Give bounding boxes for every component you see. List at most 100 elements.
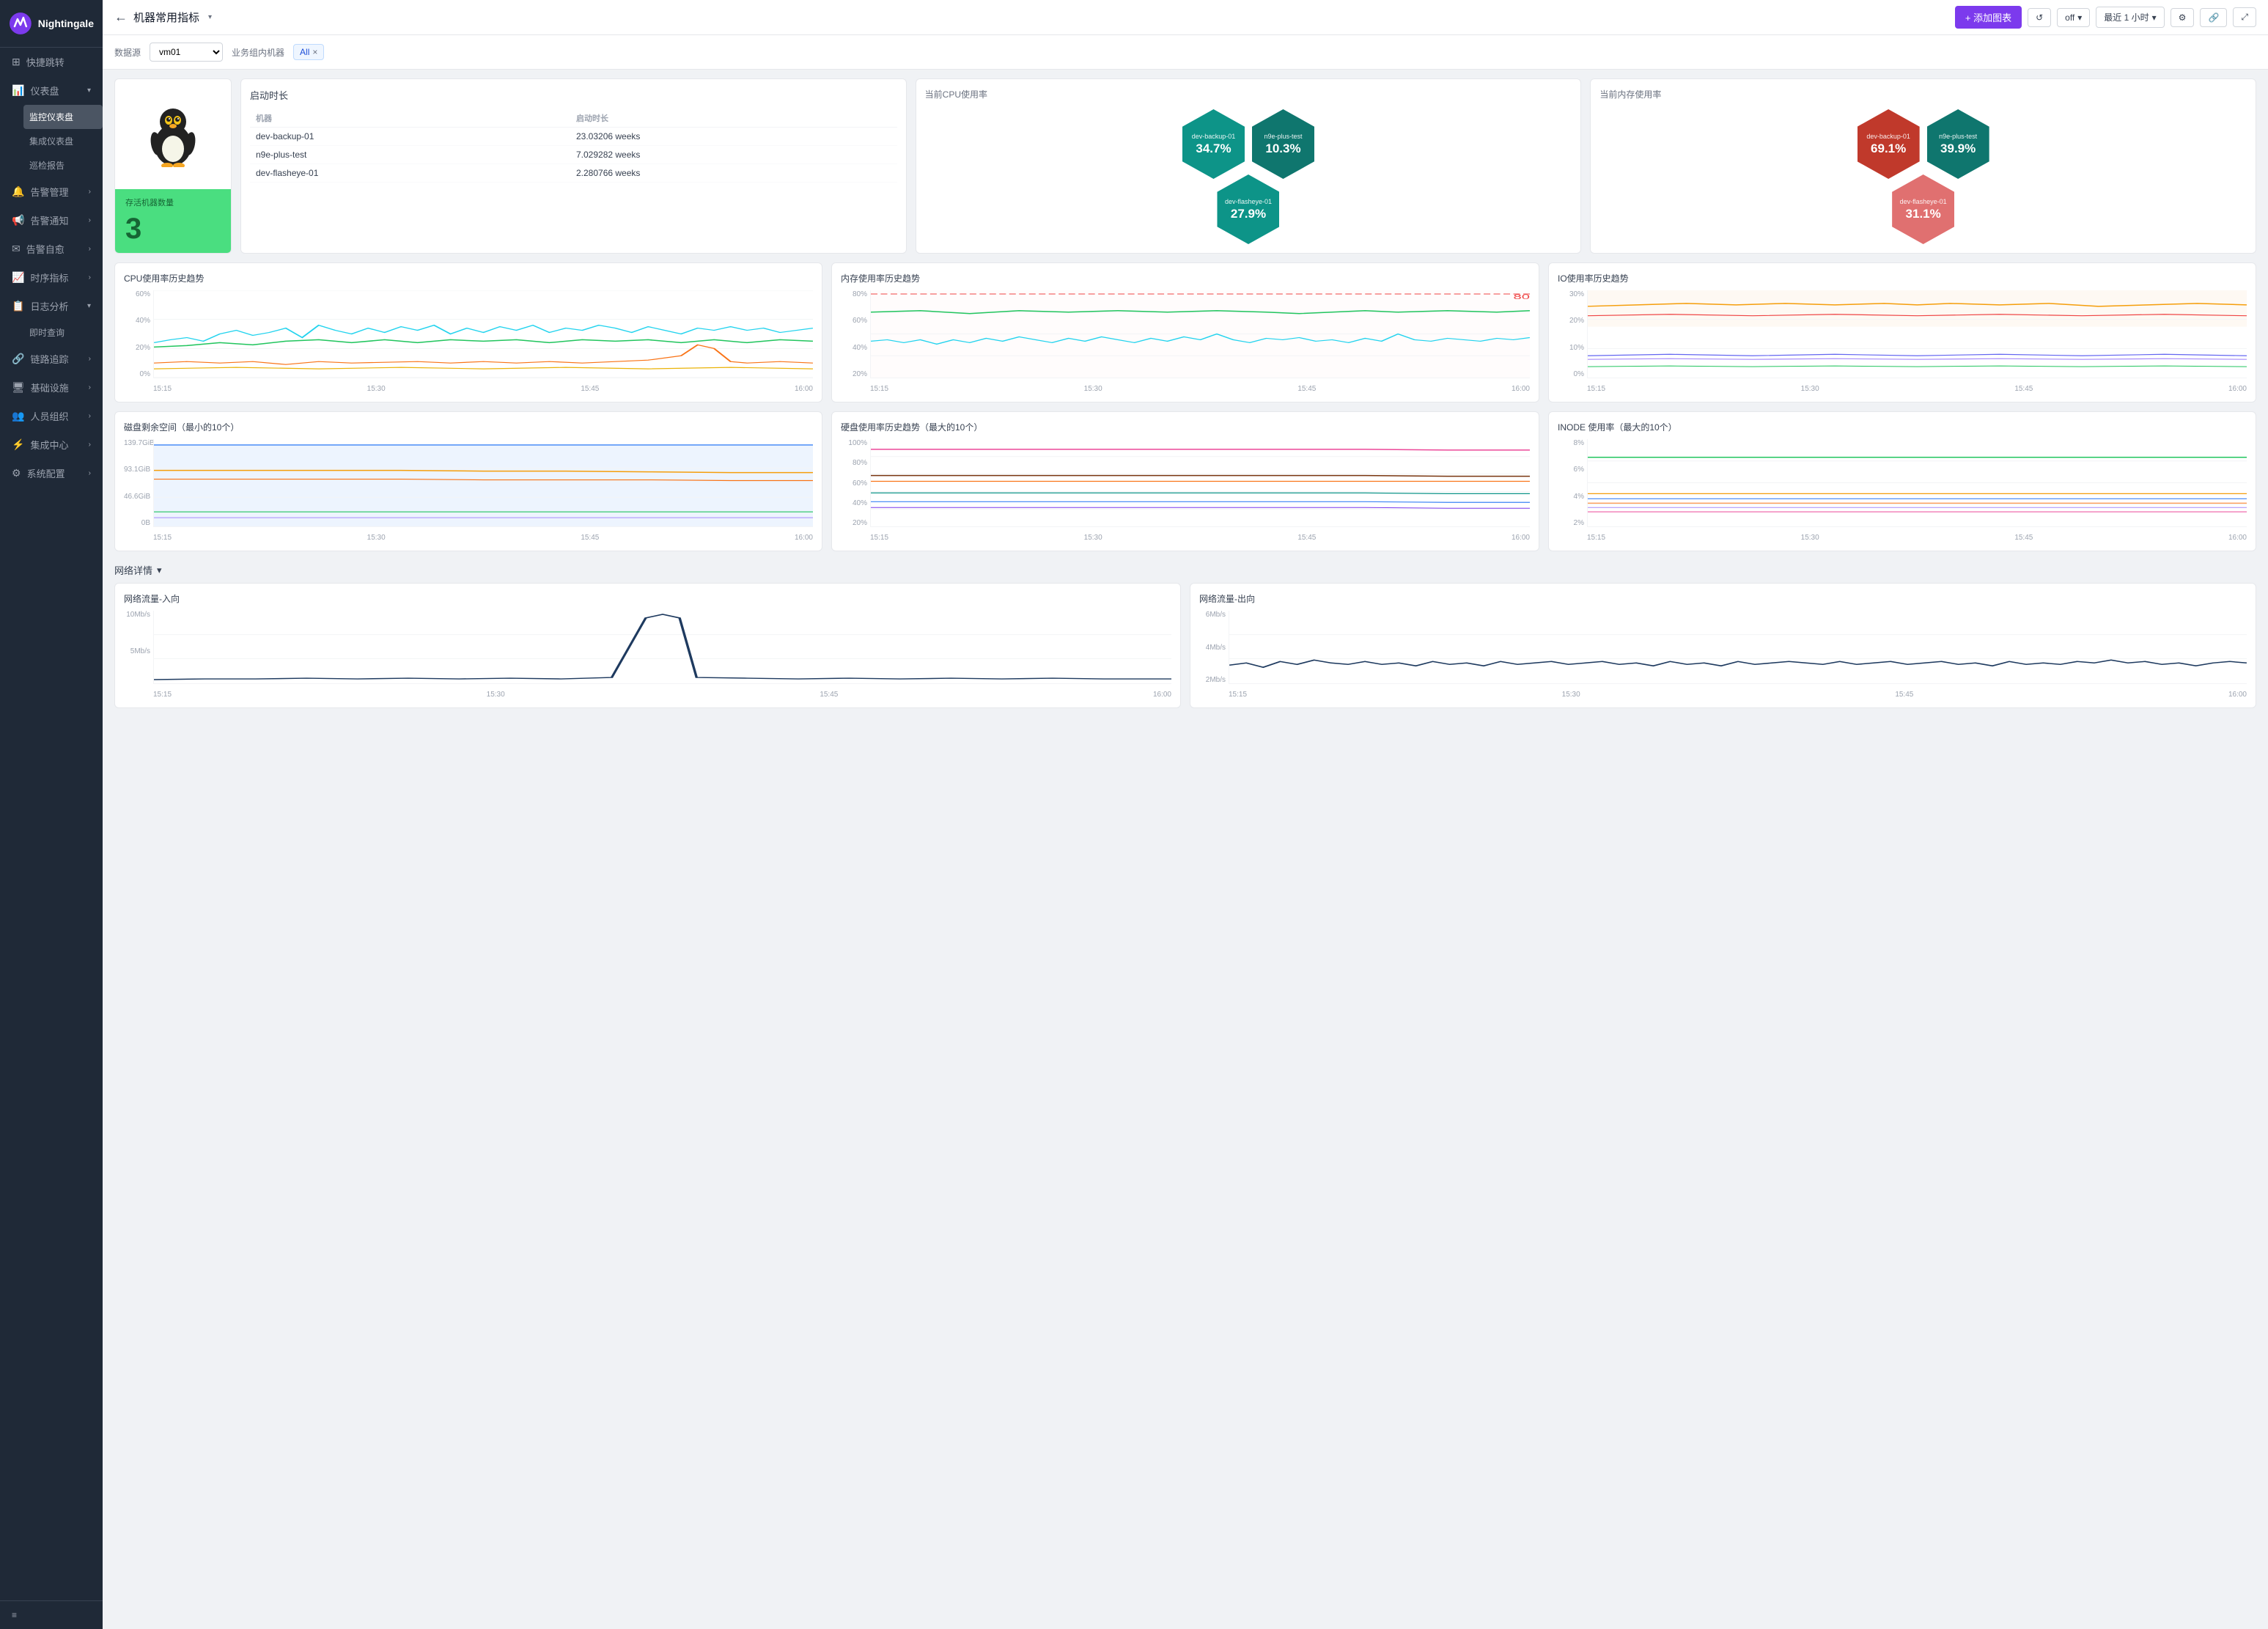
log-submenu: 即时查询 <box>0 320 103 345</box>
sidebar-item-infra[interactable]: 🖥 基础设施 › <box>0 373 103 402</box>
disk-usage-y-max: 100% <box>841 439 867 447</box>
sidebar-item-integrated-dashboard[interactable]: 集成仪表盘 <box>23 129 103 153</box>
cpu-x-0: 15:15 <box>153 385 172 393</box>
cpu-hex-row2: dev-flasheye-01 27.9% <box>1217 174 1279 244</box>
disk-usage-y-5: 20% <box>841 519 867 527</box>
cpu-usage-title: 当前CPU使用率 <box>925 88 1572 100</box>
chevron-right-icon4: › <box>89 273 91 282</box>
add-chart-button[interactable]: + 添加图表 <box>1955 6 2022 29</box>
sidebar-item-inspection-report[interactable]: 巡检报告 <box>23 153 103 177</box>
alert-self-icon: ✉ <box>12 243 21 255</box>
chevron-right-icon8: › <box>89 441 91 449</box>
mem-hex-item-2: dev-flasheye-01 31.1% <box>1892 174 1954 244</box>
network-inbound-yaxis: 10Mb/s 5Mb/s <box>124 611 150 684</box>
mem-hex-item-1: n9e-plus-test 39.9% <box>1927 109 1989 179</box>
share-button[interactable]: 🔗 <box>2200 8 2227 27</box>
outbound-x-1: 15:30 <box>1562 691 1580 699</box>
share-icon: 🔗 <box>2208 12 2219 23</box>
chevron-right-icon9: › <box>89 469 91 477</box>
cpu-hex-row1: dev-backup-01 34.7% n9e-plus-test 10.3% <box>1182 109 1314 179</box>
mem-x-1: 15:30 <box>1084 385 1102 393</box>
cpu-hex-container: dev-backup-01 34.7% n9e-plus-test 10.3% <box>925 106 1572 244</box>
page-title: 机器常用指标 <box>133 10 199 25</box>
inode-y-mid: 6% <box>1558 466 1584 474</box>
sidebar-item-label: 告警管理 <box>30 185 68 199</box>
network-outbound-xaxis: 15:15 15:30 15:45 16:00 <box>1229 691 2247 699</box>
mem-hex-2-label: dev-flasheye-01 <box>1900 198 1947 205</box>
back-button[interactable]: ← <box>114 10 128 25</box>
time-range-button[interactable]: 最近 1 小时 ▾ <box>2096 7 2164 28</box>
inbound-y-2: 5Mb/s <box>124 647 150 655</box>
inode-usage-chart-area: 8% 6% 4% 2% <box>1558 439 2247 542</box>
sidebar-item-label: 基础设施 <box>31 380 69 394</box>
cpu-hex-2: dev-flasheye-01 27.9% <box>1217 174 1279 244</box>
infra-icon: 🖥 <box>12 381 25 394</box>
mem-history-title: 内存使用率历史趋势 <box>841 272 1530 284</box>
io-x-0: 15:15 <box>1587 385 1605 393</box>
sidebar-collapse-btn[interactable]: ≡ <box>0 1600 103 1629</box>
sidebar-item-integration[interactable]: ⚡ 集成中心 › <box>0 430 103 459</box>
inode-y-3: 4% <box>1558 493 1584 501</box>
topbar: ← 机器常用指标 ▾ + 添加图表 ↺ off ▾ 最近 1 小时 ▾ ⚙ 🔗 … <box>103 0 2268 35</box>
disk-usage-x-3: 16:00 <box>1512 534 1530 542</box>
disk-usage-svg <box>871 439 1530 526</box>
sidebar-item-time-metrics[interactable]: 📈 时序指标 › <box>0 263 103 292</box>
table-row: n9e-plus-test7.029282 weeks <box>250 146 897 164</box>
io-history-yaxis: 30% 20% 10% 0% <box>1558 290 1584 378</box>
network-header[interactable]: 网络详情 ▾ <box>114 563 2256 577</box>
network-outbound-chart-area: 6Mb/s 4Mb/s 2Mb/s <box>1199 611 2247 699</box>
mem-history-yaxis: 80% 60% 40% 20% <box>841 290 867 378</box>
mem-svg: 80 <box>871 290 1530 378</box>
refresh-button[interactable]: ↺ <box>2028 8 2051 27</box>
mem-y-low: 40% <box>841 344 867 352</box>
alert-notify-icon: 📢 <box>12 214 24 227</box>
active-machines-card: 存活机器数量 3 <box>115 189 231 253</box>
disk-x-3: 16:00 <box>795 534 813 542</box>
sidebar-item-label: 仪表盘 <box>30 84 59 98</box>
sidebar-item-alert-notify[interactable]: 📢 告警通知 › <box>0 206 103 235</box>
inode-x-0: 15:15 <box>1587 534 1605 542</box>
sidebar-item-sys-config[interactable]: ⚙ 系统配置 › <box>0 459 103 488</box>
disk-usage-y-4: 40% <box>841 499 867 507</box>
io-y-0: 0% <box>1558 370 1584 378</box>
io-x-2: 15:45 <box>2014 385 2033 393</box>
inode-y-4: 2% <box>1558 519 1584 527</box>
col-uptime: 启动时长 <box>570 109 897 128</box>
io-history-card: IO使用率历史趋势 30% 20% 10% 0% <box>1548 262 2256 402</box>
sidebar-item-log-analysis[interactable]: 📋 日志分析 ▾ <box>0 292 103 320</box>
sidebar-item-label: 日志分析 <box>30 299 68 313</box>
sidebar-item-alert-self[interactable]: ✉ 告警自愈 › <box>0 235 103 263</box>
mem-y-mid: 60% <box>841 317 867 325</box>
disk-usage-yaxis: 100% 80% 60% 40% 20% <box>841 439 867 527</box>
dashboard-icon: 📊 <box>12 84 24 97</box>
outbound-x-3: 16:00 <box>2228 691 2247 699</box>
uptime-value: 23.03206 weeks <box>570 128 897 146</box>
cpu-hex-2-label: dev-flasheye-01 <box>1225 198 1272 205</box>
sidebar-item-quick-jump[interactable]: ⊞ 快捷跳转 <box>0 48 103 76</box>
cpu-y-max: 60% <box>124 290 150 298</box>
inbound-x-3: 16:00 <box>1153 691 1171 699</box>
title-dropdown-icon[interactable]: ▾ <box>208 13 212 21</box>
sidebar-item-trace[interactable]: 🔗 链路追踪 › <box>0 345 103 373</box>
sidebar-item-realtime-query[interactable]: 即时查询 <box>23 320 103 345</box>
charts-row-2: 磁盘剩余空间（最小的10个） 139.7GiB 93.1GiB 46.6GiB … <box>114 411 2256 551</box>
disk-usage-inner <box>870 439 1530 527</box>
network-inbound-title: 网络流量-入向 <box>124 592 1171 605</box>
machine-name: dev-flasheye-01 <box>250 164 570 183</box>
expand-button[interactable]: ⤢ <box>2233 7 2256 27</box>
sidebar-item-personnel[interactable]: 👥 人员组织 › <box>0 402 103 430</box>
datasource-select[interactable]: vm01 <box>150 43 223 62</box>
chevron-right-icon6: › <box>89 383 91 391</box>
off-dropdown[interactable]: off ▾ <box>2057 8 2090 27</box>
mem-hex-0: dev-backup-01 69.1% <box>1858 109 1920 179</box>
outbound-y-2: 4Mb/s <box>1199 644 1226 652</box>
cpu-history-title: CPU使用率历史趋势 <box>124 272 813 284</box>
datasource-label: 数据源 <box>114 46 141 59</box>
disk-y-3: 46.6GiB <box>124 493 150 501</box>
sidebar-item-dashboard[interactable]: 📊 仪表盘 ▾ <box>0 76 103 105</box>
group-tag-close[interactable]: × <box>312 47 317 57</box>
settings-button[interactable]: ⚙ <box>2171 8 2195 27</box>
disk-x-0: 15:15 <box>153 534 172 542</box>
sidebar-item-alert-mgmt[interactable]: 🔔 告警管理 › <box>0 177 103 206</box>
sidebar-item-monitor-dashboard[interactable]: 监控仪表盘 <box>23 105 103 129</box>
